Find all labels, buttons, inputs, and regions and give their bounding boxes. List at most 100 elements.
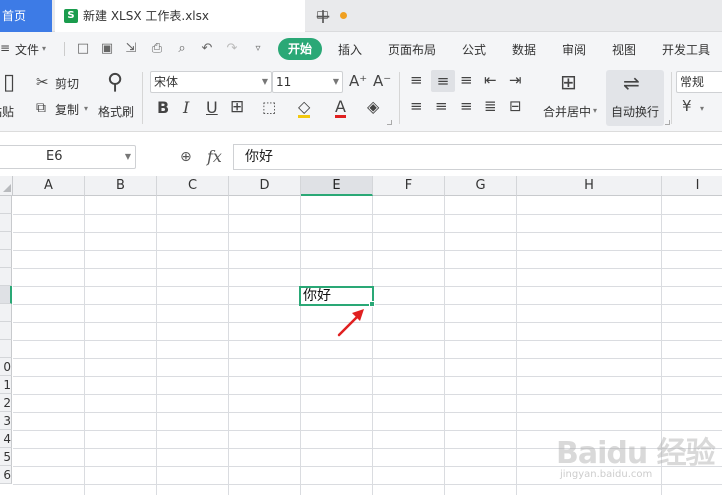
print-icon[interactable]: ⎙ xyxy=(150,42,164,56)
justify-icon[interactable]: ≣ xyxy=(484,99,497,114)
paste-icon[interactable]: ▯ xyxy=(0,72,18,94)
file-menu[interactable]: 文件 xyxy=(15,41,39,58)
save-icon[interactable]: ▣ xyxy=(100,42,114,56)
gridline xyxy=(13,268,722,269)
row-header-2[interactable]: 2 xyxy=(0,394,12,412)
align-center-icon[interactable]: ≡ xyxy=(435,99,448,114)
align-middle-icon[interactable]: ≡ xyxy=(431,70,455,92)
formula-input[interactable]: 你好 xyxy=(233,144,722,170)
scissors-icon[interactable]: ✂ xyxy=(36,75,49,90)
shrink-font-icon[interactable]: A⁻ xyxy=(373,74,391,89)
insert-function-button[interactable]: fx xyxy=(207,147,222,166)
font-size-select[interactable]: 11 ▼ xyxy=(272,71,343,93)
paste-label[interactable]: 粘贴 xyxy=(0,103,14,120)
ribbon: ▯ 粘贴 ✂ 剪切 ⧉ 复制 ▾ ⚲ 格式刷 宋体 ▼ 11 ▼ A⁺ A⁻ B… xyxy=(0,66,722,132)
column-header-c[interactable]: C xyxy=(157,176,229,196)
export-icon[interactable]: ⇲ xyxy=(124,42,138,56)
tab-start[interactable]: 开始 xyxy=(278,38,322,60)
row-header-1[interactable]: 1 xyxy=(0,376,12,394)
customize-toolbar-icon[interactable]: ▿ xyxy=(251,42,265,56)
file-tab[interactable]: S 新建 XLSX 工作表.xlsx xyxy=(55,0,347,32)
column-header-h[interactable]: H xyxy=(517,176,662,196)
gridline xyxy=(13,394,722,395)
merge-cells-icon[interactable]: ⊞ xyxy=(560,72,577,92)
align-bottom-icon[interactable]: ≡ xyxy=(460,73,473,88)
gridline xyxy=(13,214,722,215)
row-header-active[interactable] xyxy=(0,286,12,304)
row-header-4[interactable]: 4 xyxy=(0,430,12,448)
row-header[interactable] xyxy=(0,232,12,250)
gridline xyxy=(13,358,722,359)
row-header[interactable] xyxy=(0,268,12,286)
name-box[interactable]: E6 ▼ xyxy=(0,145,136,169)
borders-icon[interactable]: ⊞ xyxy=(230,99,244,116)
column-header-b[interactable]: B xyxy=(85,176,157,196)
tab-review[interactable]: 审阅 xyxy=(562,41,586,58)
alignment-dialog-launcher-icon[interactable] xyxy=(665,120,670,125)
zoom-lookup-icon[interactable]: ⊕ xyxy=(180,149,192,165)
font-name-select[interactable]: 宋体 ▼ xyxy=(150,71,272,93)
tab-insert[interactable]: 插入 xyxy=(338,41,362,58)
number-format-select[interactable]: 常规 xyxy=(676,71,722,93)
italic-button[interactable]: I xyxy=(183,100,189,116)
row-header[interactable] xyxy=(0,340,12,358)
format-painter-button[interactable]: 格式刷 xyxy=(98,103,134,120)
home-tab[interactable]: 首页 xyxy=(0,0,52,32)
format-painter-icon[interactable]: ⚲ xyxy=(107,72,123,94)
row-header[interactable] xyxy=(0,304,12,322)
redo-icon[interactable]: ↷ xyxy=(225,42,239,56)
hamburger-icon[interactable]: ≡ xyxy=(0,41,10,55)
row-header-3[interactable]: 3 xyxy=(0,412,12,430)
wrap-text-button[interactable]: 自动换行 xyxy=(611,103,659,120)
fill-color-icon[interactable]: ◇ xyxy=(298,99,311,118)
row-header[interactable] xyxy=(0,250,12,268)
tab-page-layout[interactable]: 页面布局 xyxy=(388,41,436,58)
row-header-6[interactable]: 6 xyxy=(0,466,12,484)
column-header-g[interactable]: G xyxy=(445,176,517,196)
new-tab-button[interactable]: + xyxy=(313,3,333,29)
new-document-icon[interactable]: □ xyxy=(76,42,90,56)
cut-button[interactable]: 剪切 xyxy=(55,75,79,92)
row-header-5[interactable]: 5 xyxy=(0,448,12,466)
align-left-icon[interactable]: ≡ xyxy=(410,99,423,114)
column-header-e[interactable]: E xyxy=(301,176,373,196)
wrap-text-icon[interactable]: ⇌ xyxy=(623,73,640,93)
column-header-f[interactable]: F xyxy=(373,176,445,196)
font-dialog-launcher-icon[interactable] xyxy=(387,120,392,125)
row-header-0[interactable]: 0 xyxy=(0,358,12,376)
column-header-i[interactable]: I xyxy=(662,176,722,196)
align-top-icon[interactable]: ≡ xyxy=(410,73,423,88)
distributed-align-icon[interactable]: ⊟ xyxy=(509,99,522,114)
print-preview-icon[interactable]: ⌕ xyxy=(175,42,189,56)
grow-font-icon[interactable]: A⁺ xyxy=(349,74,367,89)
chevron-down-icon: ▾ xyxy=(700,104,705,113)
gridline xyxy=(13,340,722,341)
row-header[interactable] xyxy=(0,322,12,340)
tab-data[interactable]: 数据 xyxy=(512,41,536,58)
increase-indent-icon[interactable]: ⇥ xyxy=(509,73,522,88)
unsaved-dot-icon xyxy=(340,12,347,19)
tab-developer[interactable]: 开发工具 xyxy=(662,41,710,58)
clear-format-icon[interactable]: ◈ xyxy=(367,99,379,115)
copy-icon[interactable]: ⧉ xyxy=(36,101,46,115)
tab-view[interactable]: 视图 xyxy=(612,41,636,58)
select-all-corner[interactable] xyxy=(0,176,13,196)
column-header-a[interactable]: A xyxy=(13,176,85,196)
font-name-value: 宋体 xyxy=(154,75,179,89)
bold-button[interactable]: B xyxy=(157,100,169,116)
align-right-icon[interactable]: ≡ xyxy=(460,99,473,114)
tab-formulas[interactable]: 公式 xyxy=(462,41,486,58)
copy-button[interactable]: 复制 xyxy=(55,101,79,118)
chevron-down-icon: ▾ xyxy=(593,106,598,115)
fill-style-icon[interactable]: ⬚ xyxy=(262,100,276,115)
currency-button[interactable]: ¥ xyxy=(682,99,692,114)
row-header[interactable] xyxy=(0,214,12,232)
merge-center-button[interactable]: 合并居中 xyxy=(543,103,591,120)
font-color-button[interactable]: A xyxy=(335,99,346,118)
underline-button[interactable]: U xyxy=(206,100,218,116)
decrease-indent-icon[interactable]: ⇤ xyxy=(484,73,497,88)
column-header-d[interactable]: D xyxy=(229,176,301,196)
undo-icon[interactable]: ↶ xyxy=(200,42,214,56)
row-header[interactable] xyxy=(0,196,12,214)
gridline xyxy=(444,196,445,495)
